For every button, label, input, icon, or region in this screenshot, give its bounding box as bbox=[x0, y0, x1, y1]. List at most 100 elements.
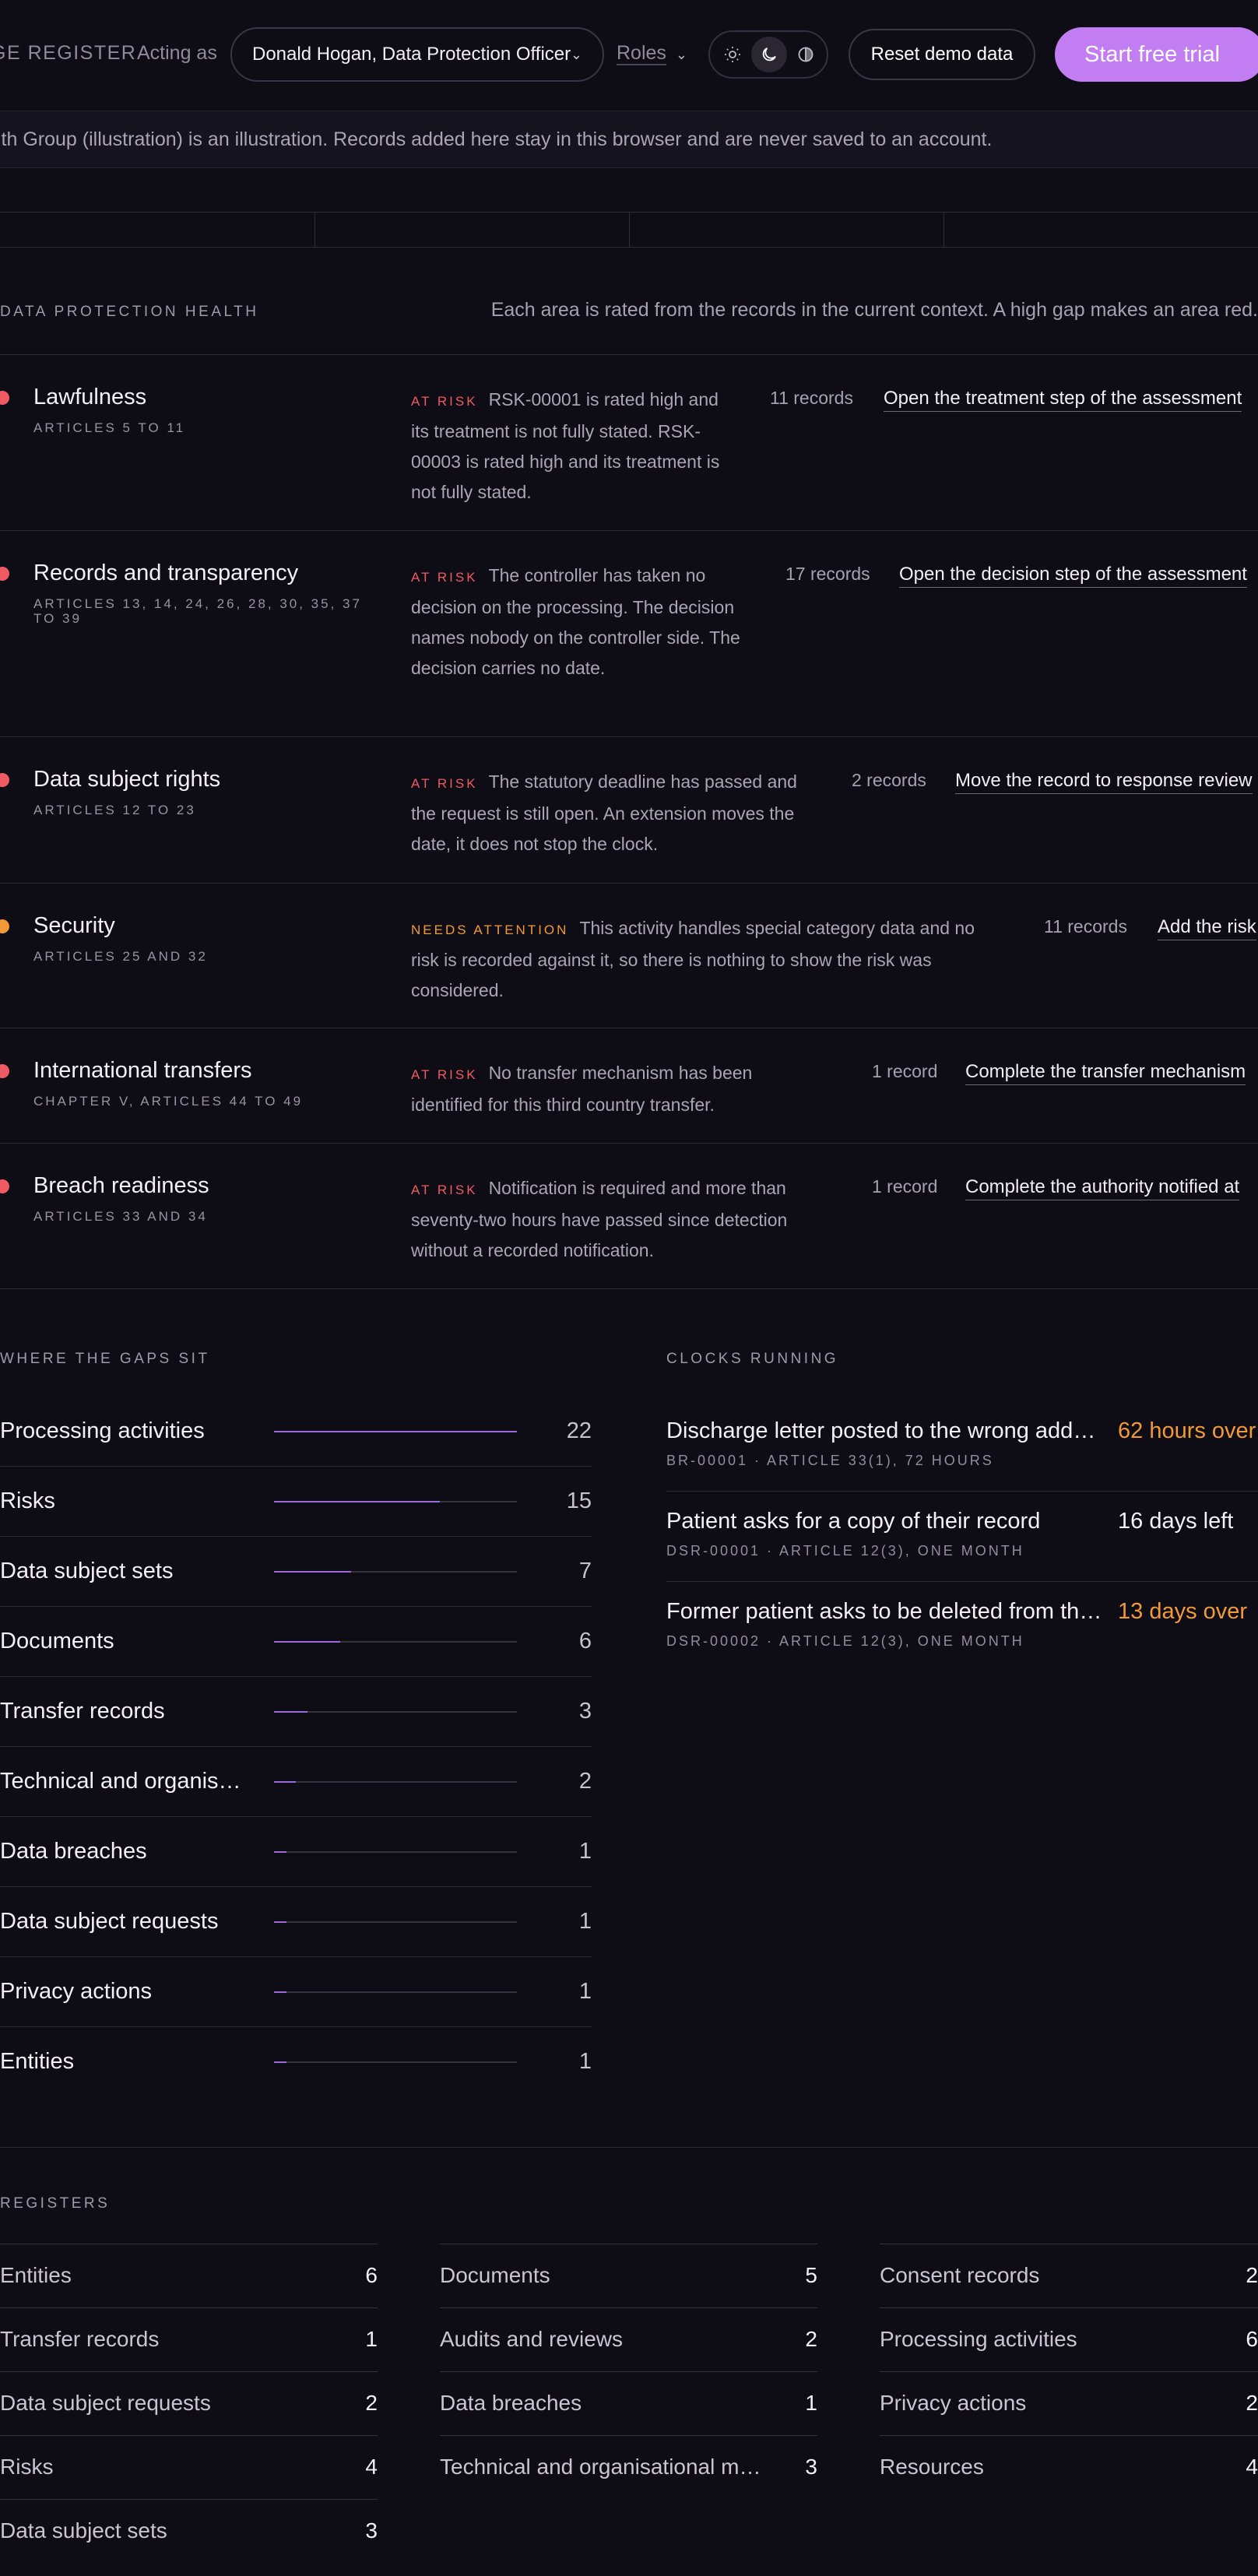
gap-count: 1 bbox=[578, 2049, 592, 2074]
register-count: 2 bbox=[1246, 2263, 1258, 2287]
register-row[interactable]: Processing activities 6 bbox=[880, 2307, 1258, 2371]
illustration-notice: lth Group (illustration) is an illustrat… bbox=[0, 111, 1258, 168]
contrast-icon[interactable] bbox=[788, 37, 824, 72]
registers-column: Entities 6 Transfer records 1 Data subject r… bbox=[0, 2244, 378, 2563]
clocks-section-label: CLOCKS RUNNING bbox=[666, 1351, 839, 1367]
area-action-link[interactable]: Open the decision step of the assessment bbox=[899, 564, 1247, 588]
register-row[interactable]: Data subject requests 2 bbox=[0, 2371, 378, 2435]
register-row[interactable]: Technical and organisational measures 3 bbox=[440, 2435, 817, 2499]
area-articles: CHAPTER V, ARTICLES 44 TO 49 bbox=[33, 1094, 304, 1109]
register-row[interactable]: Audits and reviews 2 bbox=[440, 2307, 817, 2371]
area-articles: ARTICLES 25 AND 32 bbox=[33, 949, 208, 964]
area-name: Records and transparency bbox=[33, 561, 299, 585]
status-badge: AT RISK bbox=[411, 394, 478, 409]
gap-bar bbox=[274, 1501, 517, 1502]
gap-count: 2 bbox=[578, 1769, 592, 1794]
clock-meta: DSR-00001 · ARTICLE 12(3), ONE MONTH bbox=[666, 1543, 1024, 1559]
status-badge: AT RISK bbox=[411, 1183, 478, 1197]
area-name: Security bbox=[33, 913, 115, 938]
record-count: 1 record bbox=[872, 1061, 938, 1081]
summary-cell bbox=[944, 213, 1258, 247]
gap-count: 1 bbox=[578, 1979, 592, 2004]
register-count: 6 bbox=[365, 2263, 378, 2287]
gap-row[interactable]: Data subject requests 1 bbox=[0, 1887, 592, 1957]
record-count: 2 records bbox=[852, 770, 926, 790]
gap-bar bbox=[274, 1991, 517, 1993]
area-articles: ARTICLES 5 TO 11 bbox=[33, 420, 186, 435]
gap-name: Data breaches bbox=[0, 1839, 147, 1864]
clock-time: 62 hours over bbox=[1118, 1418, 1256, 1443]
register-row[interactable]: Data breaches 1 bbox=[440, 2371, 817, 2435]
status-badge: AT RISK bbox=[411, 1067, 478, 1082]
gap-row[interactable]: Data breaches 1 bbox=[0, 1817, 592, 1887]
area-detail: NEEDS ATTENTION This activity handles spe… bbox=[411, 913, 1003, 1006]
register-name: Resources bbox=[880, 2455, 984, 2479]
area-articles: ARTICLES 13, 14, 24, 26, 28, 30, 35, 37 … bbox=[33, 596, 362, 626]
sun-icon[interactable] bbox=[715, 37, 750, 72]
gap-count: 1 bbox=[578, 1909, 592, 1934]
clock-title: Discharge letter posted to the wrong add… bbox=[666, 1418, 1102, 1443]
register-row[interactable]: Resources 4 bbox=[880, 2435, 1258, 2499]
health-description: Each area is rated from the records in t… bbox=[490, 299, 1258, 321]
register-count: 5 bbox=[805, 2263, 817, 2287]
clock-row[interactable]: Discharge letter posted to the wrong add… bbox=[666, 1401, 1258, 1492]
gap-row[interactable]: Data subject sets 7 bbox=[0, 1537, 592, 1607]
status-dot bbox=[0, 567, 9, 581]
area-action-link[interactable]: Move the record to response review bbox=[955, 770, 1253, 794]
gap-bar-fill bbox=[274, 1921, 286, 1923]
register-row[interactable]: Privacy actions 2 bbox=[880, 2371, 1258, 2435]
gap-bar-fill bbox=[274, 1851, 286, 1853]
gap-count: 6 bbox=[578, 1629, 592, 1653]
status-dot bbox=[0, 1179, 9, 1193]
register-row[interactable]: Entities 6 bbox=[0, 2244, 378, 2307]
register-name: Consent records bbox=[880, 2263, 1040, 2287]
area-action-link[interactable]: Complete the authority notified at bbox=[965, 1176, 1240, 1200]
gaps-list: Processing activities 22 Risks 15 Data subje… bbox=[0, 1397, 592, 2097]
gap-name: Transfer records bbox=[0, 1699, 165, 1724]
moon-icon[interactable] bbox=[751, 37, 787, 72]
gap-bar-fill bbox=[274, 1641, 341, 1643]
gap-count: 1 bbox=[578, 1839, 592, 1864]
chevron-down-icon: ⌄ bbox=[570, 47, 582, 62]
area-action-link[interactable]: Complete the transfer mechanism bbox=[965, 1061, 1246, 1085]
gap-row[interactable]: Privacy actions 1 bbox=[0, 1957, 592, 2027]
clocks-list: Discharge letter posted to the wrong add… bbox=[666, 1401, 1258, 1672]
gap-row[interactable]: Documents 6 bbox=[0, 1607, 592, 1677]
clock-row[interactable]: Patient asks for a copy of their record D… bbox=[666, 1492, 1258, 1582]
top-bar: GE REGISTER Acting as Donald Hogan, Data… bbox=[0, 0, 1258, 109]
clock-row[interactable]: Former patient asks to be deleted from t… bbox=[666, 1582, 1258, 1672]
register-row[interactable]: Documents 5 bbox=[440, 2244, 817, 2307]
register-row[interactable]: Data subject sets 3 bbox=[0, 2499, 378, 2563]
roles-label: Roles bbox=[617, 42, 666, 64]
gap-bar bbox=[274, 1711, 517, 1713]
clock-title: Patient asks for a copy of their record bbox=[666, 1509, 1041, 1534]
start-free-trial-button[interactable]: Start free trial bbox=[1055, 27, 1258, 82]
gap-bar bbox=[274, 1921, 517, 1923]
status-badge: AT RISK bbox=[411, 776, 478, 791]
roles-dropdown[interactable]: Roles ⌄ bbox=[617, 42, 687, 65]
gap-row[interactable]: Risks 15 bbox=[0, 1467, 592, 1537]
gap-row[interactable]: Entities 1 bbox=[0, 2027, 592, 2097]
clock-meta: DSR-00002 · ARTICLE 12(3), ONE MONTH bbox=[666, 1633, 1024, 1649]
record-count: 11 records bbox=[1044, 916, 1127, 937]
summary-cell bbox=[314, 213, 629, 247]
gap-row[interactable]: Transfer records 3 bbox=[0, 1677, 592, 1747]
gap-count: 7 bbox=[578, 1559, 592, 1583]
chevron-down-icon: ⌄ bbox=[675, 47, 688, 62]
registers-section-label: REGISTERS bbox=[0, 2195, 111, 2212]
register-row[interactable]: Risks 4 bbox=[0, 2435, 378, 2499]
register-count: 2 bbox=[1246, 2391, 1258, 2415]
health-section-label: DATA PROTECTION HEALTH bbox=[0, 304, 259, 320]
area-action-link[interactable]: Add the risk bbox=[1158, 916, 1256, 940]
gap-row[interactable]: Technical and organisational measures 2 bbox=[0, 1747, 592, 1817]
health-row: Records and transparency ARTICLES 13, 14… bbox=[0, 531, 1258, 737]
acting-as-select[interactable]: Donald Hogan, Data Protection Officer ⌄ bbox=[230, 27, 604, 82]
reset-demo-data-button[interactable]: Reset demo data bbox=[849, 29, 1035, 80]
register-row[interactable]: Consent records 2 bbox=[880, 2244, 1258, 2307]
health-list: Lawfulness ARTICLES 5 TO 11 AT RISK RSK-0… bbox=[0, 354, 1258, 1289]
clock-title: Former patient asks to be deleted from t… bbox=[666, 1599, 1102, 1624]
gap-row[interactable]: Processing activities 22 bbox=[0, 1397, 592, 1467]
area-action-link[interactable]: Open the treatment step of the assessmen… bbox=[884, 388, 1242, 412]
register-count: 6 bbox=[1246, 2327, 1258, 2351]
register-row[interactable]: Transfer records 1 bbox=[0, 2307, 378, 2371]
